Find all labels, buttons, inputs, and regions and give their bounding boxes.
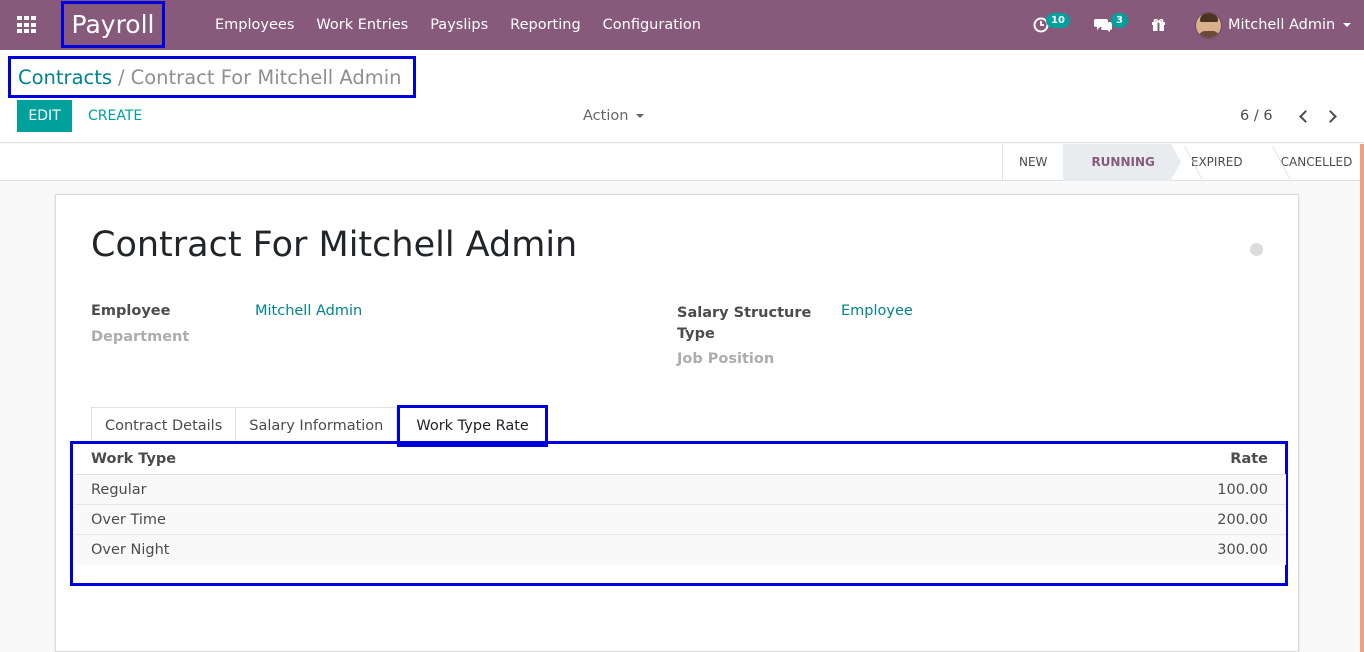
chevron-left-icon	[1298, 109, 1312, 123]
main-menu: Employees Work Entries Payslips Reportin…	[204, 0, 712, 50]
gift-icon	[1152, 18, 1165, 31]
control-panel: Contracts / Contract For Mitchell Admin …	[0, 50, 1364, 143]
form-tabs: Contract Details Salary Information Work…	[91, 405, 548, 447]
department-label: Department	[91, 329, 190, 345]
table-row[interactable]: Over Time 200.00	[75, 505, 1286, 535]
messages-button[interactable]: 3	[1094, 0, 1132, 50]
pager-previous-button[interactable]	[1293, 106, 1313, 126]
activity-button[interactable]: 10	[1033, 0, 1077, 50]
caret-down-icon	[636, 114, 645, 118]
breadcrumb-contracts-link[interactable]: Contracts	[18, 66, 112, 89]
app-menu-icon[interactable]	[17, 16, 37, 34]
tab-salary-information[interactable]: Salary Information	[236, 407, 398, 444]
menu-item-reporting[interactable]: Reporting	[499, 0, 592, 50]
pager-next-button[interactable]	[1322, 106, 1342, 126]
breadcrumb: Contracts / Contract For Mitchell Admin	[8, 56, 416, 98]
work-type-rate-table: Work Type Rate Regular 100.00 Over Time …	[70, 441, 1288, 586]
message-count-badge: 3	[1111, 13, 1128, 28]
edit-button[interactable]: EDIT	[17, 100, 72, 132]
user-name: Mitchell Admin	[1228, 17, 1336, 33]
rate-cell: 300.00	[1217, 542, 1268, 558]
action-dropdown-label: Action	[583, 108, 629, 124]
form-sheet: Contract For Mitchell Admin Employee Mit…	[55, 194, 1299, 652]
employee-label: Employee	[91, 303, 171, 319]
table-row[interactable]: Regular 100.00	[75, 475, 1286, 505]
pager-value[interactable]: 6 / 6	[1240, 100, 1273, 132]
stage-cancelled[interactable]: CANCELLED	[1259, 144, 1364, 181]
column-header-rate[interactable]: Rate	[1086, 451, 1286, 467]
right-accent-bar	[1360, 144, 1364, 652]
menu-item-work-entries[interactable]: Work Entries	[305, 0, 419, 50]
salary-structure-type-field[interactable]: Employee	[841, 303, 913, 319]
menu-item-employees[interactable]: Employees	[204, 0, 305, 50]
kanban-state-indicator[interactable]	[1250, 243, 1263, 256]
gift-button[interactable]	[1151, 17, 1167, 33]
table-row[interactable]: Over Night 300.00	[75, 535, 1286, 565]
top-navbar: Payroll Employees Work Entries Payslips …	[0, 0, 1364, 50]
stage-running[interactable]: RUNNING	[1063, 144, 1182, 181]
user-menu[interactable]: Mitchell Admin	[1195, 10, 1352, 40]
breadcrumb-separator: /	[118, 65, 125, 89]
menu-item-payslips[interactable]: Payslips	[419, 0, 499, 50]
column-header-work-type[interactable]: Work Type	[75, 451, 1086, 467]
job-position-label: Job Position	[677, 351, 775, 367]
salary-structure-type-label: Salary Structure Type	[677, 303, 811, 345]
salary-structure-label-line2: Type	[677, 326, 715, 342]
tab-contract-details[interactable]: Contract Details	[91, 407, 237, 444]
avatar	[1195, 11, 1222, 39]
chat-icon	[1094, 19, 1112, 32]
breadcrumb-current: Contract For Mitchell Admin	[130, 65, 402, 89]
chevron-down-icon	[1343, 23, 1352, 27]
stage-new[interactable]: NEW	[1003, 144, 1063, 181]
table: Work Type Rate Regular 100.00 Over Time …	[75, 444, 1286, 565]
table-header: Work Type Rate	[75, 444, 1286, 475]
work-type-cell: Over Time	[91, 511, 166, 528]
app-title[interactable]: Payroll	[61, 1, 165, 48]
employee-field[interactable]: Mitchell Admin	[255, 303, 362, 319]
action-dropdown[interactable]: Action	[583, 100, 645, 132]
activity-count-badge: 10	[1046, 13, 1070, 28]
status-bar: NEW RUNNING EXPIRED CANCELLED	[1002, 144, 1364, 181]
salary-structure-label-line1: Salary Structure	[677, 305, 812, 321]
stage-expired[interactable]: EXPIRED	[1171, 144, 1259, 181]
chevron-right-icon	[1323, 109, 1337, 123]
work-type-cell: Regular	[91, 481, 147, 498]
record-title: Contract For Mitchell Admin	[91, 225, 578, 265]
rate-cell: 100.00	[1217, 481, 1268, 498]
create-button[interactable]: CREATE	[80, 100, 150, 132]
menu-item-configuration[interactable]: Configuration	[592, 0, 712, 50]
rate-cell: 200.00	[1217, 511, 1268, 528]
work-type-cell: Over Night	[91, 542, 170, 558]
